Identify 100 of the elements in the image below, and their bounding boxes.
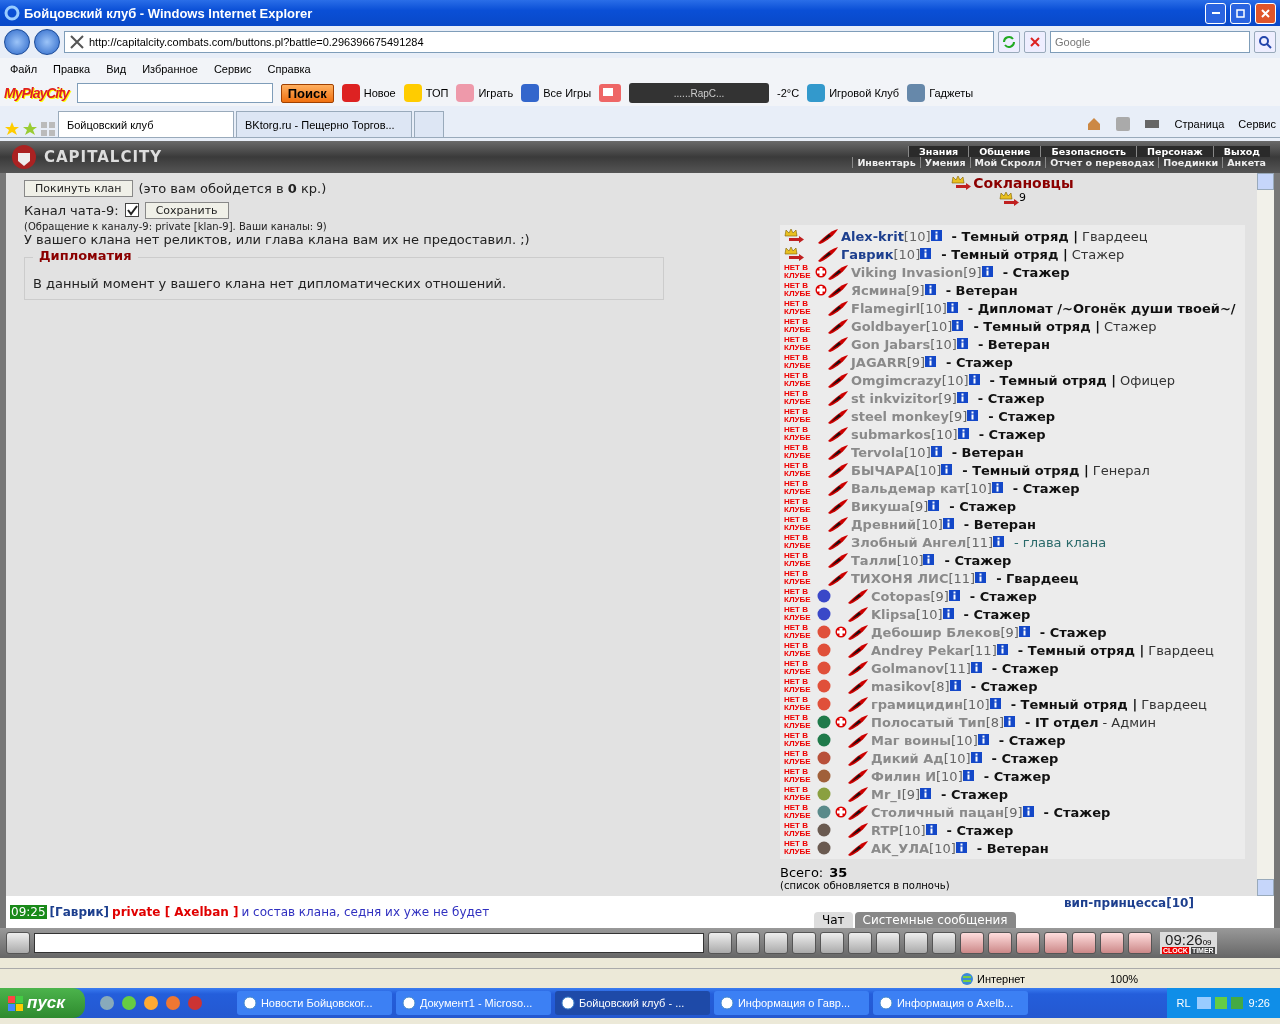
zoom-button[interactable]: 100% [1110,972,1250,985]
taskbar-button[interactable]: Новости Бойцовског... [236,991,392,1015]
media-player[interactable]: ......RapC... [629,83,770,103]
toolbar-button[interactable] [1044,932,1068,954]
nav-link[interactable]: Безопасность [1040,146,1137,157]
nav-link[interactable]: Знания [908,146,969,157]
scrollbar[interactable] [1257,173,1274,896]
info-icon[interactable] [920,247,932,259]
member-name-link[interactable]: Дикий Ад [871,750,944,766]
toolbar-button[interactable] [876,932,900,954]
menu-item[interactable]: Избранное [142,63,198,75]
search-button[interactable] [1254,31,1276,53]
member-name-link[interactable]: Golmanov [871,660,945,676]
toolbar-button[interactable] [904,932,928,954]
toolbar-button[interactable] [764,932,788,954]
chat-tab[interactable]: Системные сообщения [854,912,1016,928]
member-name-link[interactable]: Гаврик [841,246,894,262]
member-name-link[interactable]: Столичный пацан [871,804,1005,820]
smiley-button[interactable] [6,932,30,954]
nav-link[interactable]: Общение [968,146,1041,157]
info-icon[interactable] [970,661,982,673]
member-name-link[interactable]: БЫЧАРА [851,462,915,478]
info-icon[interactable] [955,841,967,853]
toolbar-button[interactable] [848,932,872,954]
toolbar-button[interactable] [1100,932,1124,954]
info-icon[interactable] [942,607,954,619]
app-icon[interactable] [98,995,115,1011]
info-icon[interactable] [967,409,979,421]
member-name-link[interactable]: JAGARR [851,354,907,370]
nav-link[interactable]: Умения [919,157,970,168]
member-name-link[interactable]: Полосатый Тип [871,714,986,730]
info-icon[interactable] [1004,715,1016,727]
info-icon[interactable] [968,373,980,385]
menu-item[interactable]: Правка [53,63,91,75]
messenger-icon[interactable] [599,84,622,102]
search-button[interactable]: Поиск [280,83,334,103]
private-tag[interactable]: private [ Axelban ] [112,905,239,919]
info-icon[interactable] [962,769,974,781]
info-icon[interactable] [925,823,937,835]
taskbar-button[interactable]: Документ1 - Microso... [395,991,551,1015]
info-icon[interactable] [993,535,1004,547]
language-indicator[interactable]: RL [1176,997,1191,1009]
member-name-link[interactable]: Klipsa [871,606,916,622]
nav-link[interactable]: Выход [1212,146,1270,157]
member-name-link[interactable]: Викуша [851,498,910,514]
menu-item[interactable]: Вид [106,63,127,75]
command-button[interactable]: Сервис [1238,118,1276,130]
member-name-link[interactable]: RTP [871,822,899,838]
member-name-link[interactable]: ТИХОНЯ ЛИС [851,570,949,586]
leave-clan-button[interactable]: Покинуть клан [24,179,133,197]
toolbar-button[interactable]: Все Игры [521,84,592,102]
info-icon[interactable] [949,679,961,691]
member-name-link[interactable]: Маг воины [871,732,952,748]
toolbar-button[interactable] [1128,932,1152,954]
stop-button[interactable] [1024,31,1046,53]
refresh-button[interactable] [998,31,1020,53]
toolbar-button[interactable] [708,932,732,954]
info-icon[interactable] [923,553,935,565]
start-button[interactable]: пуск [0,988,85,1018]
forward-button[interactable] [34,29,60,55]
info-icon[interactable] [977,733,989,745]
info-icon[interactable] [941,463,953,475]
member-name-link[interactable]: Филин И [871,768,937,784]
back-button[interactable] [4,29,30,55]
close-button[interactable] [1255,2,1276,24]
member-name-link[interactable]: Талли [851,552,897,568]
maximize-button[interactable] [1230,2,1251,24]
info-icon[interactable] [991,481,1003,493]
info-icon[interactable] [948,589,960,601]
nav-link[interactable]: Мой Скролл [969,157,1046,168]
member-name-link[interactable]: Древний [851,516,917,532]
logo[interactable]: MyPlayCity [4,85,69,101]
member-name-link[interactable]: Mr_I [871,786,902,802]
member-name-link[interactable]: Злобный Ангел [851,534,967,550]
member-name-link[interactable]: Andrey Pekar [871,642,971,658]
nav-link[interactable]: Инвентарь [852,157,920,168]
member-name-link[interactable]: Дебошир Блеков [871,624,1001,640]
menu-item[interactable]: Сервис [213,63,252,75]
toolbar-search-field[interactable] [76,83,273,103]
info-icon[interactable] [981,265,993,277]
member-name-link[interactable]: steel monkey [851,408,949,424]
member-name-link[interactable]: st inkvizitor [851,390,939,406]
info-icon[interactable] [1018,625,1030,637]
info-icon[interactable] [970,751,982,763]
command-button[interactable]: Страница [1174,118,1225,130]
info-icon[interactable] [952,319,964,331]
toolbar-button[interactable] [1016,932,1040,954]
member-name-link[interactable]: АК_УЛА [871,840,930,856]
info-icon[interactable] [996,643,1008,655]
browser-tab[interactable]: Бойцовский клуб [58,111,234,137]
search-field[interactable]: Google [1050,31,1250,53]
member-name-link[interactable]: submarkos [851,426,931,442]
info-icon[interactable] [946,301,958,313]
app-icon[interactable] [120,995,137,1011]
toolbar-button[interactable]: Игровой Клуб [807,84,900,102]
favorites-star-icon[interactable] [4,121,20,137]
member-name-link[interactable]: Omgimcrazy [851,372,942,388]
toolbar-button[interactable] [792,932,816,954]
taskbar-button[interactable]: Информация о Гавр... [713,991,869,1015]
info-icon[interactable] [930,229,942,241]
